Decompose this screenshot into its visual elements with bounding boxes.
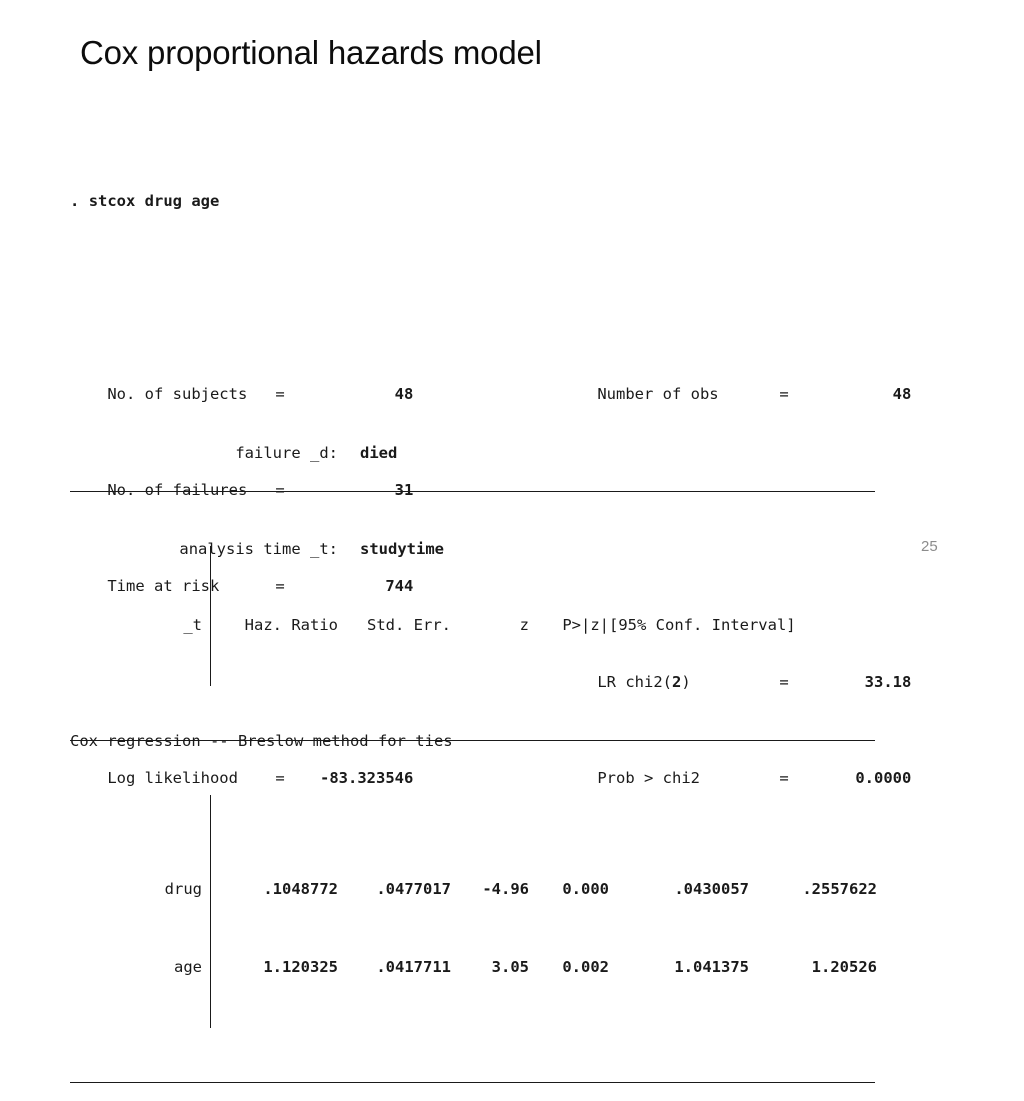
slide-page-number: 25 [921,538,938,555]
stata-command-line: . stcox drug age [70,189,950,213]
table-row: age 1.120325 .0417711 3.05 0.002 1.041375 1.20… [70,955,877,979]
cell-haz-ratio-drug: .1048772 [263,880,338,898]
cell-p-value-age: 0.002 [562,958,609,976]
cell-std-err-age: .0417711 [376,958,451,976]
row-term-age: age [174,958,202,976]
table-bottom-rule [70,1082,875,1083]
stat-number-of-obs-label: Number of obs [597,385,719,403]
table-data-section: drug .1048772 .0477017 -4.96 0.000 .0430057 .2… [70,795,877,1028]
cell-ci-high-age: 1.20526 [811,958,877,976]
command-text [79,192,88,210]
cell-haz-ratio-age: 1.120325 [263,958,338,976]
stat-row: No. of subjects = 48 Number of obs = 48 [70,358,950,403]
table-row: drug .1048772 .0477017 -4.96 0.000 .0430057 .2… [70,877,877,901]
command-prompt: . [70,192,80,210]
stat-subjects-equals: = [275,385,285,403]
cell-std-err-drug: .0477017 [376,880,451,898]
column-header-conf-interval: [95% Conf. Interval] [609,616,796,634]
column-header-stub: _t [183,616,202,634]
table-vertical-divider [210,795,211,1028]
column-header-p-value: P>|z| [562,616,609,634]
cell-ci-low-age: 1.041375 [674,958,749,976]
column-header-haz-ratio: Haz. Ratio [244,616,338,634]
page-title: Cox proportional hazards model [80,34,542,71]
table-header-section: _t Haz. Ratio Std. Err. z P>|z|[95% Conf. In… [70,546,875,686]
table-top-rule [70,491,875,492]
cell-z-drug: -4.96 [482,880,529,898]
stat-subjects-label: No. of subjects [107,385,248,403]
stat-number-of-obs: Number of obs = 48 [597,382,911,406]
column-header-std-err: Std. Err. [367,616,451,634]
cell-ci-low-drug: .0430057 [674,880,749,898]
cell-z-age: 3.05 [491,958,529,976]
cell-ci-high-drug: .2557622 [802,880,877,898]
row-term-drug: drug [164,880,202,898]
stat-subjects: No. of subjects = 48 [107,382,597,406]
stat-number-of-obs-value: 48 [892,385,912,403]
stat-subjects-value: 48 [394,385,414,403]
regression-results-table: _t Haz. Ratio Std. Err. z P>|z|[95% Conf. In… [70,437,877,1101]
stat-number-of-obs-equals: = [779,385,789,403]
table-vertical-divider [210,546,211,686]
table-header-row: _t Haz. Ratio Std. Err. z P>|z|[95% Conf. In… [70,600,875,650]
stcox-command: stcox drug age [88,192,220,210]
column-header-z: z [519,616,529,634]
cell-p-value-drug: 0.000 [562,880,609,898]
table-header-rule [70,740,875,741]
